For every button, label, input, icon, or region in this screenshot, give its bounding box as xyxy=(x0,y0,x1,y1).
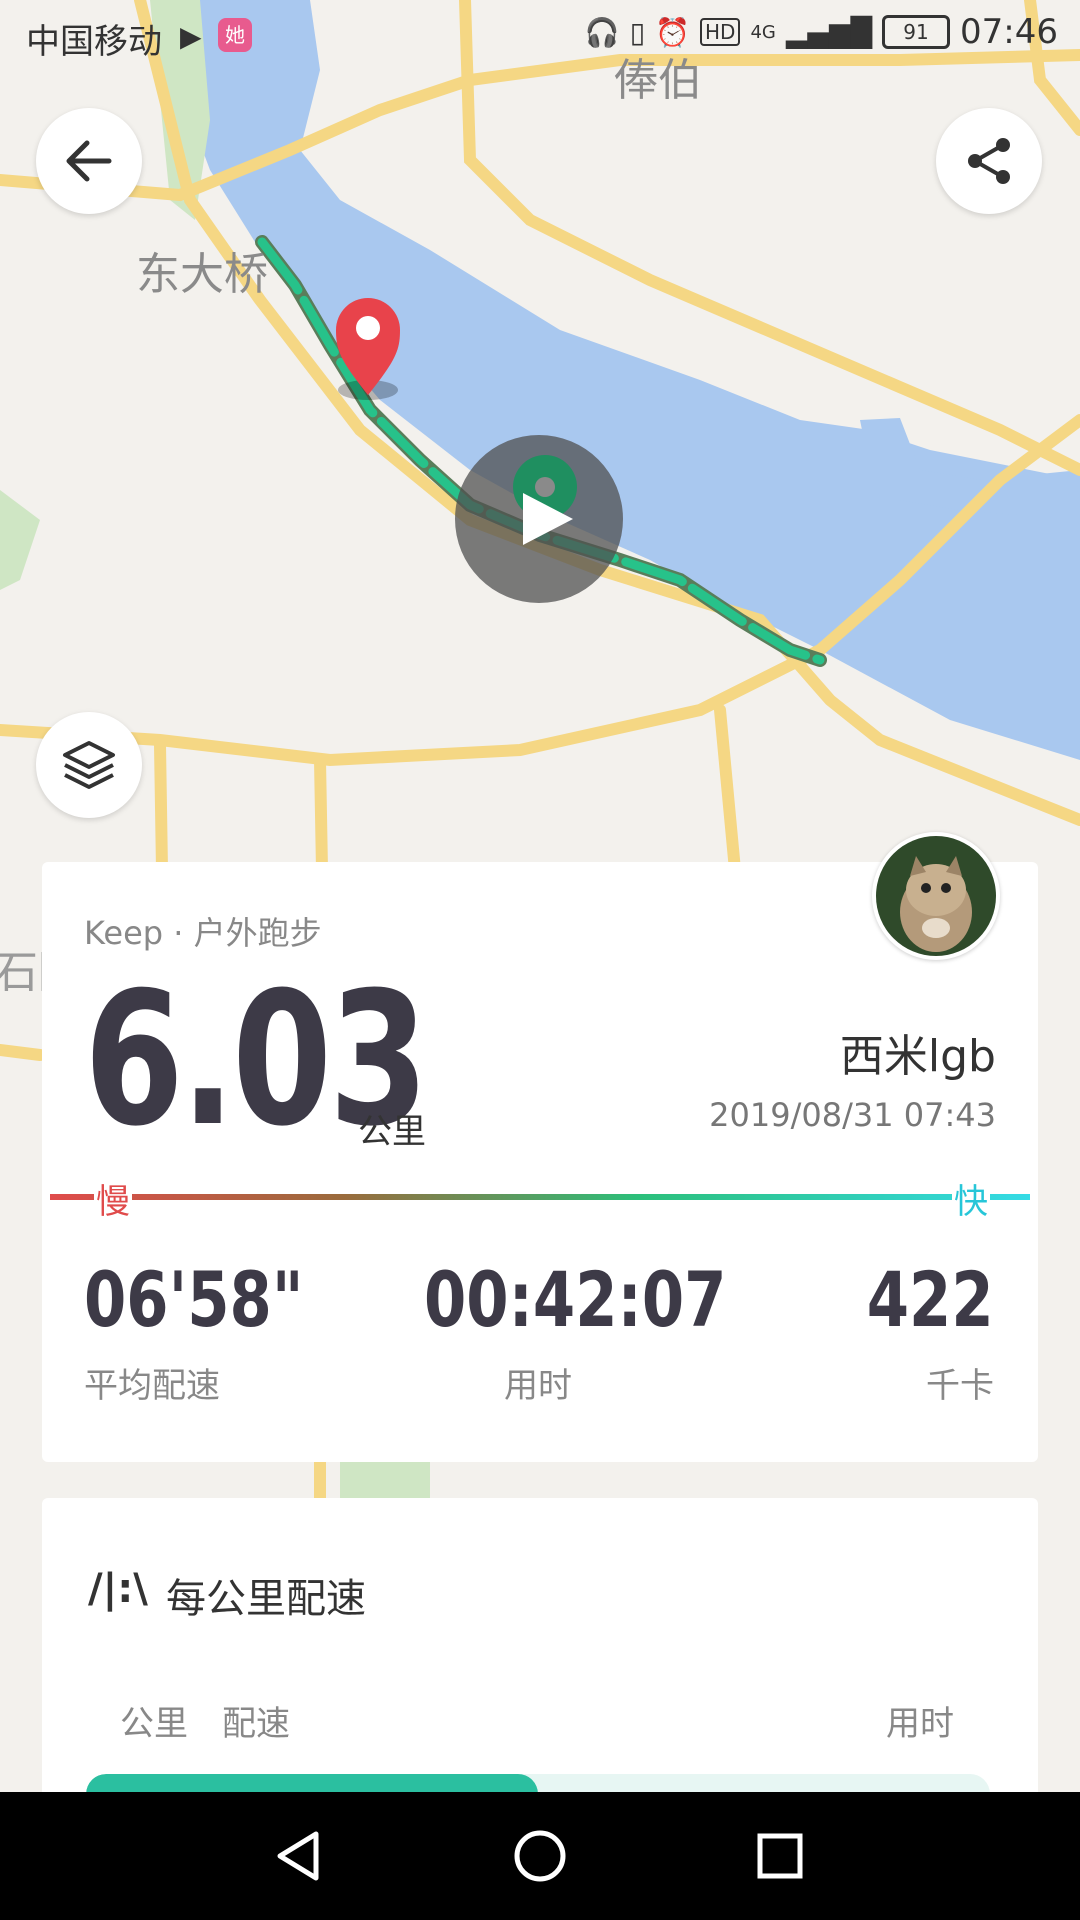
nav-home-button[interactable] xyxy=(470,1792,610,1920)
activity-datetime: 2019/08/31 07:43 xyxy=(709,1096,996,1134)
app-notification-icon: 她 xyxy=(218,18,252,52)
play-icon xyxy=(513,455,577,545)
signal-icon: ▂▄▆█ xyxy=(785,15,873,49)
square-recents-icon xyxy=(757,1833,803,1879)
battery-icon: 91 xyxy=(882,15,951,49)
username: 西米lgb xyxy=(839,1031,996,1082)
map-label-dongdaqiao: 东大桥 xyxy=(136,249,268,300)
hd-icon: HD xyxy=(700,18,741,46)
column-pace: 配速 xyxy=(222,1704,290,1744)
media-play-icon: ▶ xyxy=(180,20,202,53)
share-icon xyxy=(968,138,1010,184)
layers-icon xyxy=(63,741,115,789)
avatar[interactable] xyxy=(872,832,1000,960)
avg-pace-label: 平均配速 xyxy=(84,1366,220,1406)
share-button[interactable] xyxy=(936,108,1042,214)
cat-avatar-image xyxy=(876,836,996,956)
speed-gradient-bar xyxy=(50,1194,1030,1200)
pace-section-title: 每公里配速 xyxy=(166,1576,366,1622)
back-button[interactable] xyxy=(36,108,142,214)
arrow-left-icon xyxy=(66,140,112,182)
headphones-icon: 🎧 xyxy=(584,15,620,49)
system-navigation-bar xyxy=(0,1792,1080,1920)
route-start-pin xyxy=(336,298,400,400)
duration-value: 00:42:07 xyxy=(424,1255,727,1344)
avg-pace-value: 06'58" xyxy=(84,1255,304,1344)
map-layers-button[interactable] xyxy=(36,712,142,818)
distance-unit: 公里 xyxy=(358,1112,426,1152)
carrier-name: 中国移动 xyxy=(26,22,162,62)
slow-label: 慢 xyxy=(94,1174,132,1223)
activity-source: Keep · 户外跑步 xyxy=(84,914,322,952)
nav-back-button[interactable] xyxy=(230,1792,370,1920)
fast-label: 快 xyxy=(952,1174,990,1223)
pace-bars-icon: /|:\ xyxy=(88,1566,148,1612)
calories-value: 422 xyxy=(867,1255,994,1344)
network-type: 4G xyxy=(750,21,776,43)
alarm-icon: ⏰ xyxy=(655,15,691,49)
vibrate-icon: ▯ xyxy=(629,15,646,49)
nav-recents-button[interactable] xyxy=(710,1792,850,1920)
triangle-back-icon xyxy=(277,1831,319,1881)
column-km: 公里 xyxy=(120,1704,188,1744)
duration-label: 用时 xyxy=(504,1366,572,1406)
status-bar: 中国移动 ▶ 她 🎧 ▯ ⏰ HD 4G ▂▄▆█ 91 07:46 xyxy=(0,0,1080,72)
pace-per-km-card xyxy=(42,1498,1038,1798)
route-playback-button[interactable] xyxy=(455,435,623,603)
calories-label: 千卡 xyxy=(926,1366,994,1406)
circle-home-icon xyxy=(514,1830,566,1882)
clock: 07:46 xyxy=(960,12,1058,52)
column-time: 用时 xyxy=(886,1704,954,1744)
